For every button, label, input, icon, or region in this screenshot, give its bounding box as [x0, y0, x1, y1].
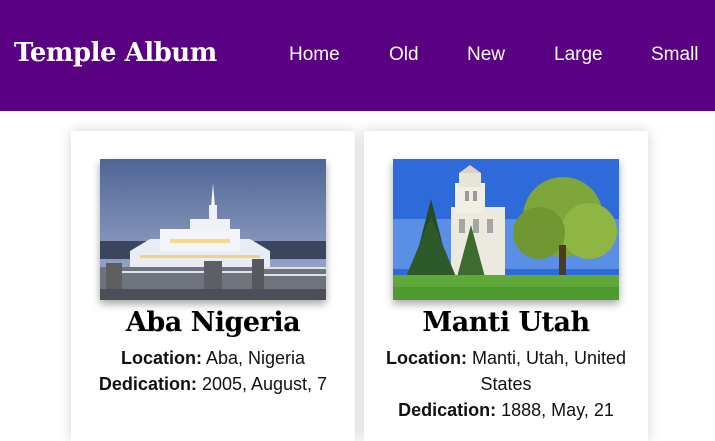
- location-value: Manti, Utah, United States: [471, 348, 627, 394]
- temple-card: Manti Utah Location: Manti, Utah, United…: [364, 131, 648, 441]
- temple-card: Aba Nigeria Location: Aba, Nigeria Dedic…: [71, 131, 355, 441]
- manti-utah-temple-photo: [393, 159, 619, 300]
- nav-new-link[interactable]: New: [467, 44, 505, 66]
- temple-info: Location: Manti, Utah, United States Ded…: [384, 345, 628, 423]
- site-header: Temple Album Home Old New Large Small: [0, 0, 715, 111]
- dedication-value: 2005, August, 7: [201, 374, 328, 394]
- location-value: Aba, Nigeria: [205, 348, 306, 368]
- nav-old-link[interactable]: Old: [389, 44, 419, 66]
- nav-home-link[interactable]: Home: [289, 44, 340, 66]
- nav-large-link[interactable]: Large: [554, 44, 603, 66]
- temple-name: Aba Nigeria: [125, 307, 301, 338]
- dedication-label: Dedication:: [98, 374, 197, 394]
- nav-small-link[interactable]: Small: [651, 44, 699, 66]
- temple-name: Manti Utah: [422, 307, 590, 338]
- location-label: Location:: [385, 348, 467, 368]
- temple-info: Location: Aba, Nigeria Dedication: 2005,…: [91, 345, 335, 397]
- location-label: Location:: [120, 348, 202, 368]
- dedication-value: 1888, May, 21: [501, 400, 614, 420]
- aba-nigeria-temple-photo: [100, 159, 326, 300]
- dedication-label: Dedication:: [398, 400, 497, 420]
- site-logo[interactable]: Temple Album: [14, 38, 217, 68]
